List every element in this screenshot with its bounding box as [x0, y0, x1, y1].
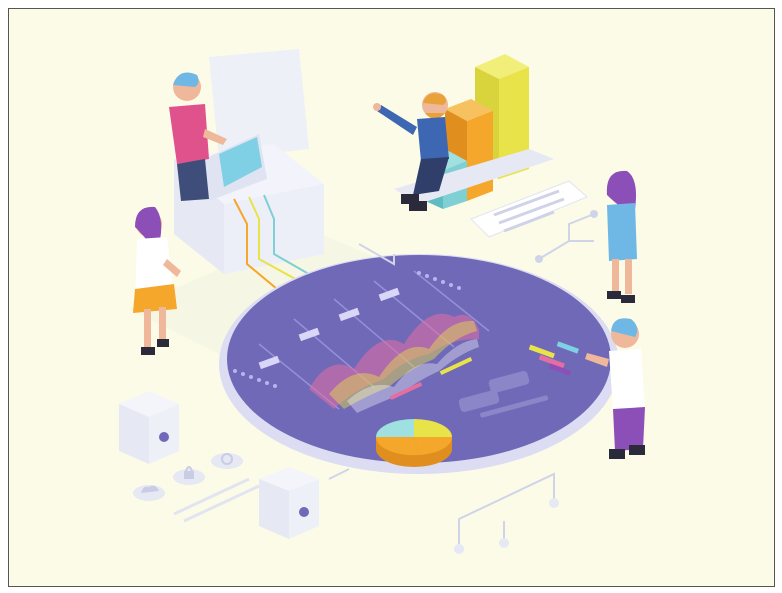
connector-node [549, 498, 559, 508]
illustration-frame [8, 8, 775, 587]
person-standing-right-top [606, 170, 637, 303]
pie-chart-icon [375, 419, 453, 467]
connector-node [590, 210, 598, 218]
connector-lines-right [538, 213, 595, 260]
gear-icon [211, 453, 243, 469]
connector-node [535, 255, 543, 263]
cloud-icon [133, 485, 165, 501]
icon-shelf-lines [173, 477, 260, 523]
isometric-data-illustration [119, 49, 645, 554]
network-connector-bottom [328, 468, 555, 544]
server-icon [119, 391, 179, 464]
person-standing-left [133, 206, 181, 355]
lock-icon [173, 466, 205, 485]
connector-node [454, 544, 464, 554]
server-icon [259, 467, 319, 539]
connector-node [499, 538, 509, 548]
